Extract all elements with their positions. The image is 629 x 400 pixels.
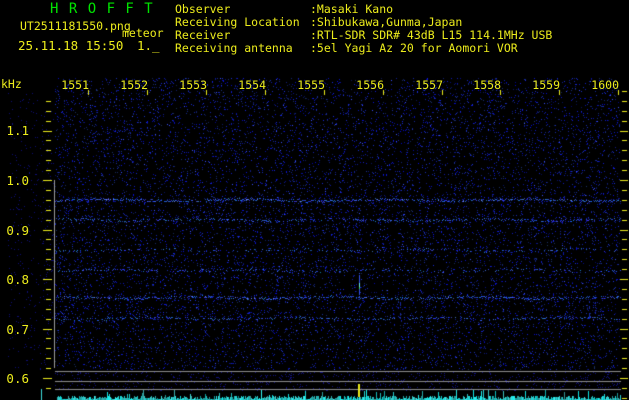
y-tick-label: 0.6 [6,371,29,386]
echo-counter: 1._ [137,38,160,53]
info-value-observer: :Masaki Kano [310,2,394,16]
x-tick-label: 1553 [179,78,207,92]
x-tick-label: 1555 [297,78,325,92]
x-tick-label: 1552 [120,78,148,92]
x-tick-label: 1600 [591,78,619,92]
x-tick-label: 1551 [61,78,89,92]
app-title: H R O F F T [50,1,154,17]
spectrogram-canvas [0,0,629,400]
output-filename: UT2511181550.png [20,19,131,33]
info-value-location: :Shibukawa,Gunma,Japan [310,15,463,29]
y-tick-label: 0.8 [6,272,29,287]
observation-datetime: 25.11.18 15:50 [18,38,124,53]
info-label-observer: Observer [175,2,231,16]
y-tick-label: 0.7 [6,322,29,337]
y-tick-label: 1.0 [6,173,29,188]
y-axis-unit: kHz [1,77,22,91]
info-label-receiver: Receiver [175,28,231,42]
info-label-antenna: Receiving antenna [175,41,293,55]
x-tick-label: 1556 [356,78,384,92]
hrofft-output: H R O F F T UT2511181550.png meteor 25.1… [0,0,629,400]
y-tick-label: 0.9 [6,223,29,238]
info-value-antenna: :5el Yagi Az 20 for Aomori VOR [310,41,518,55]
x-tick-label: 1557 [415,78,443,92]
x-tick-label: 1554 [238,78,266,92]
x-tick-label: 1558 [473,78,501,92]
info-value-receiver: :RTL-SDR SDR# 43dB L15 114.1MHz USB [310,28,553,42]
x-tick-label: 1559 [532,78,560,92]
y-tick-label: 1.1 [6,123,29,138]
info-label-location: Receiving Location [175,15,300,29]
